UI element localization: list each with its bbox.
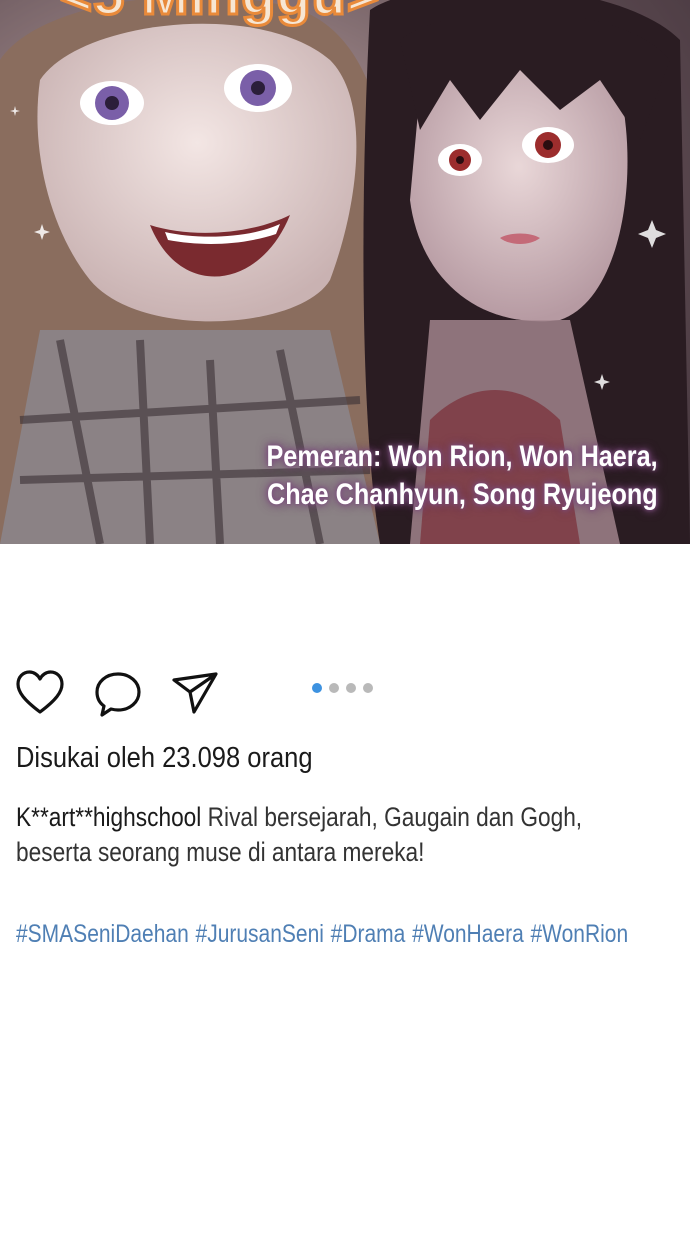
paper-plane-icon — [172, 672, 218, 714]
hashtag-link[interactable]: #SMASeniDaehan — [16, 920, 189, 948]
overlay-caption-line: Pemeran: Won Rion, Won Haera, — [266, 440, 658, 473]
hashtag-list: #SMASeniDaehan #JurusanSeni #Drama #WonHaer… — [16, 920, 635, 949]
hashtag-link[interactable]: #Drama — [331, 920, 406, 948]
carousel-dot[interactable] — [329, 683, 339, 693]
share-button[interactable] — [170, 668, 222, 720]
image-overlay-caption: Pemeran: Won Rion, Won Haera, Chae Chanh… — [267, 438, 658, 514]
heart-icon — [16, 670, 64, 714]
hashtag-link[interactable]: #WonRion — [530, 920, 628, 948]
image-top-title: <5 Minggu> — [40, 0, 400, 28]
post-image[interactable]: <5 Minggu> Pemeran: Won Rion, Won Haera,… — [0, 0, 690, 544]
likes-count[interactable]: Disukai oleh 23.098 orang — [16, 742, 313, 775]
carousel-dot[interactable] — [363, 683, 373, 693]
overlay-caption-line: Chae Chanhyun, Song Ryujeong — [267, 478, 658, 511]
carousel-indicator — [312, 682, 373, 694]
carousel-dot-active[interactable] — [312, 683, 322, 693]
comment-button[interactable] — [92, 668, 144, 720]
hashtag-link[interactable]: #WonHaera — [412, 920, 524, 948]
caption-username[interactable]: K**art**highschool — [16, 802, 201, 832]
hashtag-link[interactable]: #JurusanSeni — [196, 920, 324, 948]
comment-bubble-icon — [95, 672, 141, 717]
post-caption: K**art**highschool Rival bersejarah, Gau… — [16, 800, 654, 870]
carousel-dot[interactable] — [346, 683, 356, 693]
like-button[interactable] — [14, 668, 66, 720]
post: <5 Minggu> Pemeran: Won Rion, Won Haera,… — [0, 0, 690, 1240]
